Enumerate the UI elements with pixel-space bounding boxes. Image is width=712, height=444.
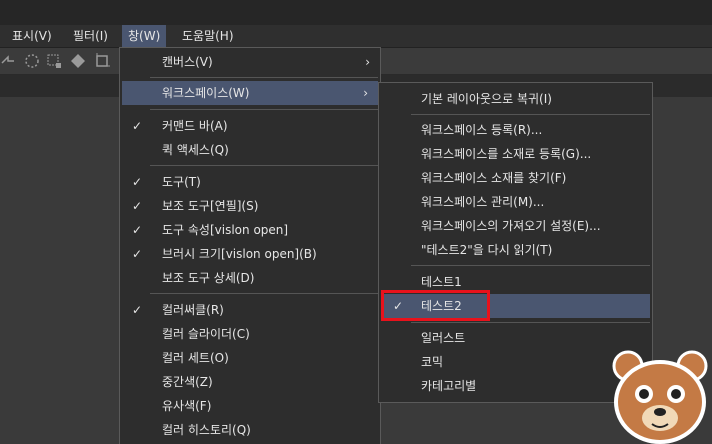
menu-item-label: 중간색(Z) xyxy=(162,375,213,389)
menu-item-color-wheel[interactable]: ✓ 컬러써클(R) xyxy=(120,298,380,322)
menu-item-tool-property[interactable]: ✓ 도구 속성[vislon open] xyxy=(120,218,380,242)
submenu-item-reload-test2[interactable]: "테스트2"을 다시 읽기(T) xyxy=(379,238,652,262)
menu-item-label: 커맨드 바(A) xyxy=(162,119,228,133)
menu-help[interactable]: 도움말(H) xyxy=(176,25,240,47)
menu-item-label: 컬러 슬라이더(C) xyxy=(162,327,250,341)
menu-item-label: 카테고리별 xyxy=(421,379,477,393)
selection-icon[interactable] xyxy=(46,53,62,69)
check-icon: ✓ xyxy=(131,247,143,261)
separator xyxy=(411,265,650,266)
menu-item-label: 워크스페이스를 소재로 등록(G)... xyxy=(421,147,592,161)
menu-item-sub-tool-detail[interactable]: 보조 도구 상세(D) xyxy=(120,266,380,290)
submenu-item-manage-workspace[interactable]: 워크스페이스 관리(M)... xyxy=(379,190,652,214)
menu-item-label: 브러시 크기[vislon open](B) xyxy=(162,247,317,261)
menu-item-color-slider[interactable]: 컬러 슬라이더(C) xyxy=(120,322,380,346)
menu-item-label: 컬러써클(R) xyxy=(162,303,224,317)
menu-item-label: 캔버스(V) xyxy=(162,55,213,69)
annotation-highlight-box xyxy=(381,290,490,321)
menu-item-sub-tool[interactable]: ✓ 보조 도구[연필](S) xyxy=(120,194,380,218)
check-icon: ✓ xyxy=(131,199,143,213)
menu-item-command-bar[interactable]: ✓ 커맨드 바(A) xyxy=(120,114,380,138)
menu-item-label: 워크스페이스 관리(M)... xyxy=(421,195,545,209)
menu-item-label: 코믹 xyxy=(421,355,444,369)
menu-item-label: 보조 도구 상세(D) xyxy=(162,271,255,285)
menu-item-color-history[interactable]: 컬러 히스토리(Q) xyxy=(120,418,380,442)
menu-item-tool[interactable]: ✓ 도구(T) xyxy=(120,170,380,194)
separator xyxy=(411,322,650,323)
menu-item-color-set[interactable]: 컬러 세트(O) xyxy=(120,346,380,370)
title-bar xyxy=(0,0,712,25)
separator xyxy=(411,114,650,115)
menu-item-label: 워크스페이스(W) xyxy=(162,86,250,100)
menu-view[interactable]: 표시(V) xyxy=(6,25,58,47)
menu-item-label: 컬러 세트(O) xyxy=(162,351,229,365)
submenu-item-register-workspace[interactable]: 워크스페이스 등록(R)... xyxy=(379,118,652,142)
menu-item-label: 컬러 히스토리(Q) xyxy=(162,423,251,437)
check-icon: ✓ xyxy=(131,303,143,317)
spinner-icon[interactable] xyxy=(24,53,40,69)
separator xyxy=(150,165,378,166)
menu-item-label: 도구(T) xyxy=(162,175,201,189)
separator xyxy=(150,77,378,78)
menu-item-label: 퀵 액세스(Q) xyxy=(162,143,229,157)
menu-item-intermediate-color[interactable]: 중간색(Z) xyxy=(120,370,380,394)
menu-bar: 표시(V) 필터(I) 창(W) 도움말(H) xyxy=(0,25,712,48)
menu-window[interactable]: 창(W) xyxy=(122,25,167,47)
check-icon: ✓ xyxy=(131,223,143,237)
crop-icon[interactable] xyxy=(94,53,110,69)
submenu-arrow-icon: › xyxy=(363,86,368,100)
menu-item-label: 도구 속성[vislon open] xyxy=(162,223,289,237)
submenu-item-restore-default[interactable]: 기본 레이아웃으로 복귀(I) xyxy=(379,87,652,111)
menu-item-label: 워크스페이스 소재를 찾기(F) xyxy=(421,171,567,185)
bear-mascot-icon xyxy=(612,350,708,444)
menu-item-label: 유사색(F) xyxy=(162,399,212,413)
submenu-item-import-settings[interactable]: 워크스페이스의 가져오기 설정(E)... xyxy=(379,214,652,238)
window-menu: 캔버스(V) › 워크스페이스(W) › ✓ 커맨드 바(A) 퀵 액세스(Q)… xyxy=(119,47,381,444)
menu-item-approximate-color[interactable]: 유사색(F) xyxy=(120,394,380,418)
arrow-tool-icon[interactable] xyxy=(0,53,16,69)
menu-item-label: 기본 레이아웃으로 복귀(I) xyxy=(421,92,552,106)
menu-item-label: 워크스페이스 등록(R)... xyxy=(421,123,543,137)
separator xyxy=(150,109,378,110)
menu-item-brush-size[interactable]: ✓ 브러시 크기[vislon open](B) xyxy=(120,242,380,266)
fill-icon[interactable] xyxy=(70,53,86,69)
menu-item-canvas[interactable]: 캔버스(V) › xyxy=(120,50,380,74)
submenu-item-find-material[interactable]: 워크스페이스 소재를 찾기(F) xyxy=(379,166,652,190)
menu-item-workspace[interactable]: 워크스페이스(W) › xyxy=(122,81,378,105)
menu-item-label: "테스트2"을 다시 읽기(T) xyxy=(421,243,553,257)
menu-item-label: 보조 도구[연필](S) xyxy=(162,199,259,213)
submenu-arrow-icon: › xyxy=(365,55,370,69)
menu-item-quick-access[interactable]: 퀵 액세스(Q) xyxy=(120,138,380,162)
submenu-item-register-as-material[interactable]: 워크스페이스를 소재로 등록(G)... xyxy=(379,142,652,166)
menu-item-label: 일러스트 xyxy=(421,331,466,345)
menu-filter[interactable]: 필터(I) xyxy=(67,25,114,47)
check-icon: ✓ xyxy=(131,175,143,189)
separator xyxy=(150,293,378,294)
menu-item-label: 워크스페이스의 가져오기 설정(E)... xyxy=(421,219,601,233)
check-icon: ✓ xyxy=(131,119,143,133)
